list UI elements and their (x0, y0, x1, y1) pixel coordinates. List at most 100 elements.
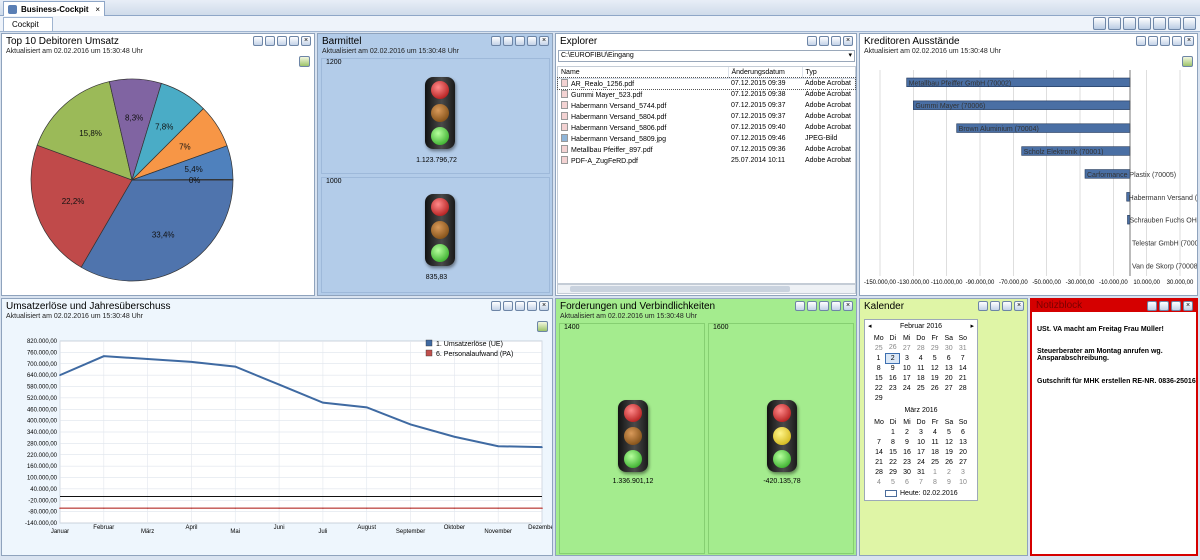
calendar-day[interactable]: 11 (928, 437, 942, 447)
table-row[interactable]: Habermann Versand_5744.pdf 07.12.2015 09:… (558, 100, 855, 111)
calendar-day[interactable] (914, 393, 928, 403)
tab-cockpit[interactable]: Cockpit (3, 17, 53, 31)
close-icon[interactable]: × (1183, 301, 1193, 311)
tile-icon[interactable] (1183, 17, 1196, 30)
table-row[interactable]: PDF-A_ZugFeRD.pdf 25.07.2014 10:11 Adobe A… (558, 155, 855, 166)
edit-icon[interactable] (807, 301, 817, 311)
settings-icon[interactable] (1138, 17, 1151, 30)
calendar-day[interactable]: 25 (928, 457, 942, 467)
calendar-day[interactable]: 26 (928, 383, 942, 393)
chart-options-icon[interactable] (537, 321, 548, 332)
calendar-day[interactable]: 5 (886, 477, 900, 487)
note-text[interactable]: Gutschrift für MHK erstellen RE-NR. 0836… (1037, 378, 1196, 385)
calendar-day[interactable]: 8 (872, 363, 886, 373)
calendar-day[interactable]: 7 (914, 477, 928, 487)
calendar-day[interactable]: 13 (956, 437, 970, 447)
horizontal-scrollbar[interactable] (557, 284, 856, 294)
calendar-day[interactable]: 21 (956, 373, 970, 383)
calendar-day[interactable]: 10 (914, 437, 928, 447)
calendar-day[interactable]: 18 (928, 447, 942, 457)
calendar-day[interactable]: 7 (872, 437, 886, 447)
calendar-day[interactable]: 20 (942, 373, 956, 383)
calendar-day[interactable]: 10 (956, 477, 970, 487)
edit-icon[interactable] (503, 301, 513, 311)
column-header-date[interactable]: Änderungsdatum (728, 67, 803, 78)
calendar-day[interactable] (956, 393, 970, 403)
calendar-day[interactable]: 1 (872, 353, 886, 363)
calendar-day[interactable]: 15 (886, 447, 900, 457)
calendar-day[interactable]: 2 (942, 467, 956, 477)
edit-icon[interactable] (503, 36, 513, 46)
calendar-day[interactable]: 3 (900, 353, 914, 363)
calendar-day[interactable]: 26 (942, 457, 956, 467)
maximize-icon[interactable] (1172, 36, 1182, 46)
today-link[interactable]: Heute: 02.02.2016 (865, 487, 977, 500)
calendar-day[interactable]: 26 (886, 343, 900, 353)
calendar-day[interactable]: 8 (886, 437, 900, 447)
calendar-day[interactable]: 6 (900, 477, 914, 487)
calendar-day[interactable]: 23 (886, 383, 900, 393)
refresh-icon[interactable] (491, 301, 501, 311)
calendar-day[interactable]: 30 (942, 343, 956, 353)
calendar-day[interactable] (872, 427, 886, 437)
next-month-button[interactable]: ▸ (970, 320, 974, 333)
calendar-day[interactable]: 8 (928, 477, 942, 487)
calendar-day[interactable]: 6 (956, 427, 970, 437)
calendar-day[interactable]: 1 (886, 427, 900, 437)
maximize-icon[interactable] (1171, 301, 1181, 311)
calendar-day[interactable]: 14 (956, 363, 970, 373)
calendar-day[interactable]: 23 (900, 457, 914, 467)
print-icon[interactable] (515, 36, 525, 46)
maximize-icon[interactable] (527, 301, 537, 311)
calendar-day[interactable]: 13 (942, 363, 956, 373)
refresh-icon[interactable] (1168, 17, 1181, 30)
refresh-icon[interactable] (253, 36, 263, 46)
calendar-day[interactable]: 24 (900, 383, 914, 393)
edit-icon[interactable] (265, 36, 275, 46)
column-header-name[interactable]: Name (558, 67, 729, 78)
close-icon[interactable]: × (1184, 36, 1194, 46)
calendar-day[interactable] (900, 393, 914, 403)
calendar-day[interactable]: 12 (928, 363, 942, 373)
calendar-day[interactable]: 29 (886, 467, 900, 477)
column-header-type[interactable]: Typ (802, 67, 855, 78)
refresh-icon[interactable] (1136, 36, 1146, 46)
refresh-icon[interactable] (491, 36, 501, 46)
print-icon[interactable] (277, 36, 287, 46)
new-window-icon[interactable] (1093, 17, 1106, 30)
refresh-icon[interactable] (795, 301, 805, 311)
table-row[interactable]: Habermann Versand_5806.pdf 07.12.2015 09:… (558, 122, 855, 133)
calendar-day[interactable]: 16 (886, 373, 900, 383)
calendar-day[interactable]: 22 (886, 457, 900, 467)
calendar-day[interactable]: 16 (900, 447, 914, 457)
calendar-day[interactable]: 17 (900, 373, 914, 383)
calendar-day[interactable]: 12 (942, 437, 956, 447)
print-icon[interactable] (1160, 36, 1170, 46)
calendar-day[interactable]: 28 (872, 467, 886, 477)
calendar-day[interactable]: 10 (900, 363, 914, 373)
calendar-day[interactable]: 9 (900, 437, 914, 447)
table-row[interactable]: Gummi Mayer_523.pdf 07.12.2015 09:38 Adobe… (558, 89, 855, 100)
calendar-day[interactable]: 24 (914, 457, 928, 467)
note-text[interactable]: USt. VA macht am Freitag Frau Müller! (1037, 326, 1195, 333)
calendar-day[interactable]: 30 (900, 467, 914, 477)
close-icon[interactable]: × (95, 5, 100, 14)
close-icon[interactable]: × (539, 36, 549, 46)
edit-icon[interactable] (807, 36, 817, 46)
calendar-day[interactable]: 5 (928, 353, 942, 363)
grid-icon[interactable] (1123, 17, 1136, 30)
maximize-icon[interactable] (831, 36, 841, 46)
edit-icon[interactable] (1148, 36, 1158, 46)
calendar-day[interactable]: 5 (942, 427, 956, 437)
calendar-day[interactable]: 18 (914, 373, 928, 383)
table-row[interactable]: Habermann Versand_5804.pdf 07.12.2015 09:… (558, 111, 855, 122)
calendar-day[interactable]: 3 (956, 467, 970, 477)
maximize-icon[interactable] (831, 301, 841, 311)
calendar-day[interactable]: 6 (942, 353, 956, 363)
close-icon[interactable]: × (843, 36, 853, 46)
calendar-day[interactable]: 31 (914, 467, 928, 477)
calendar-day[interactable]: 25 (872, 343, 886, 353)
calendar-day[interactable]: 9 (942, 477, 956, 487)
print-icon[interactable] (990, 301, 1000, 311)
calendar-day[interactable]: 29 (928, 343, 942, 353)
